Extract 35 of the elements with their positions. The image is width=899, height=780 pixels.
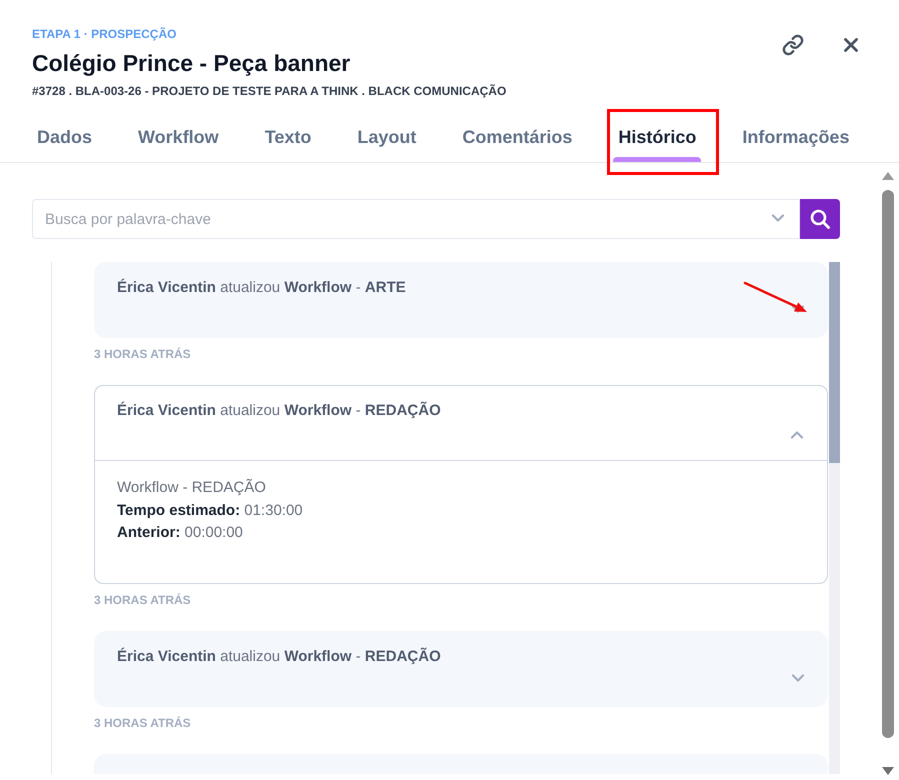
tab[interactable]: Layout — [352, 113, 422, 162]
scrollbar-thumb[interactable] — [829, 262, 840, 463]
annotation-arrow-icon — [743, 281, 809, 314]
history-entry-title: Érica Vicentin atualizou Workflow - REDAÇÃO — [117, 646, 442, 666]
search-field[interactable]: Busca por palavra-chave — [32, 199, 800, 239]
detail-line: Tempo estimado: 01:30:00 — [117, 500, 304, 520]
chevron-up-icon[interactable] — [790, 430, 804, 439]
timestamp: 3 HORAS ATRÁS — [94, 714, 192, 730]
detail-line: Workflow - REDAÇÃO — [117, 478, 267, 498]
history-card[interactable]: Érica Vicentin atualizou Workflow - REDAÇÃO Workflow - REDAÇÃO Tempo estimado: 01:30:00 Anterior: 00:00:00 — [94, 385, 828, 584]
tab[interactable]: Dados — [32, 113, 98, 162]
history-entry-title: Érica Vicentin atualizou Workflow - REDAÇÃO — [117, 401, 442, 421]
search-button[interactable] — [800, 199, 840, 239]
detail-line: Anterior: 00:00:00 — [117, 523, 244, 543]
tab[interactable]: Histórico — [613, 113, 702, 162]
history-card[interactable]: Érica Vicentin atualizou Workflow - REDAÇÃO — [94, 630, 828, 706]
chevron-down-icon[interactable] — [791, 674, 805, 682]
scroll-down-arrow-icon[interactable] — [882, 767, 894, 775]
history-entry-title: Érica Vicentin atualizou Workflow - ARTE — [117, 278, 407, 298]
tab[interactable]: Informações — [737, 113, 854, 162]
scroll-up-arrow-icon[interactable] — [882, 172, 894, 180]
timestamp: 3 HORAS ATRÁS — [94, 346, 192, 362]
tab[interactable]: Workflow — [133, 113, 224, 162]
project-title: Colégio Prince - Peça banner — [32, 49, 352, 77]
tab[interactable]: Texto — [260, 113, 316, 162]
link-icon[interactable] — [782, 34, 804, 56]
stage-label: ETAPA 1 · PROSPECÇÃO — [32, 26, 178, 42]
history-card[interactable]: Érica Vicentin atualizou Workflow - ARTE — [94, 262, 828, 338]
search-icon — [810, 209, 830, 229]
tab[interactable]: Comentários — [457, 113, 578, 162]
chevron-down-icon[interactable] — [771, 214, 785, 223]
project-subtitle: #3728 . BLA-003-26 - PROJETO DE TESTE PARA A THINK . BLACK COMUNICAÇÃO — [32, 83, 506, 99]
chevron-down-icon[interactable] — [791, 305, 805, 314]
scrollbar-thumb[interactable] — [882, 190, 894, 738]
timestamp: 3 HORAS ATRÁS — [94, 592, 192, 608]
